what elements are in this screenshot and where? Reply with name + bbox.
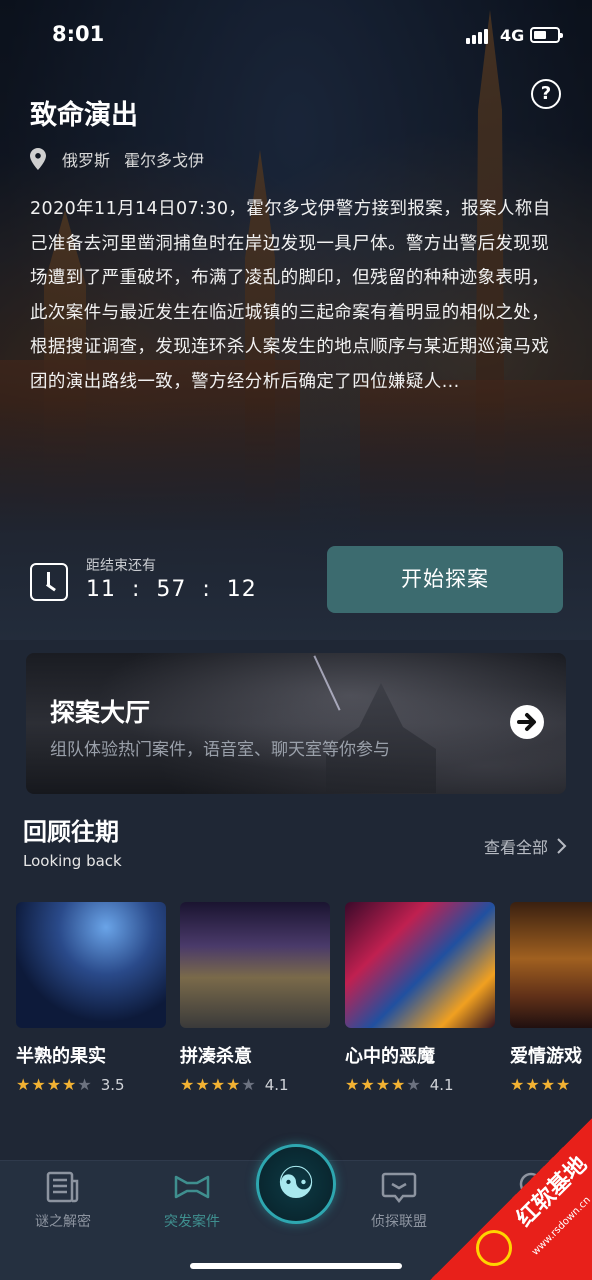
status-time: 8:01 (52, 22, 105, 46)
star-icon: ★ (540, 1075, 556, 1094)
star-icon: ★ (406, 1075, 421, 1094)
tab-label: 谜之解密 (35, 1214, 91, 1230)
arrow-right-circle-icon[interactable] (510, 705, 544, 739)
star-icon: ★ (391, 1075, 406, 1094)
review-subtitle: Looking back (23, 852, 122, 870)
star-icon: ★ (46, 1075, 62, 1094)
rating-value: 4.1 (264, 1075, 289, 1094)
case-description: 2020年11月14日07:30，霍尔多戈伊警方接到报案，报案人称自己准备去河里… (30, 199, 551, 392)
watermark-logo-icon (476, 1230, 512, 1266)
rating-value: 3.5 (100, 1075, 125, 1094)
card-rating: ★ ★ ★ ★ ★ 4.1 (345, 1075, 454, 1094)
clock-icon (30, 563, 68, 601)
star-icon: ★ (180, 1075, 195, 1094)
star-icon: ★ (77, 1075, 92, 1094)
help-icon[interactable]: ? (531, 79, 561, 109)
star-icon: ★ (210, 1075, 226, 1094)
star-icon: ★ (556, 1075, 571, 1094)
countdown-timer: 距结束还有 11 : 57 : 12 (30, 555, 290, 615)
card-title: 拼凑杀意 (180, 1046, 252, 1067)
view-all-label: 查看全部 (484, 838, 549, 857)
network-type: 4G (500, 26, 525, 45)
star-icon: ★ (241, 1075, 256, 1094)
review-title: 回顾往期 (23, 818, 119, 846)
start-investigation-button[interactable]: 开始探案 (327, 546, 563, 613)
star-icon: ★ (195, 1075, 210, 1094)
case-location: 俄罗斯 霍尔多戈伊 (30, 147, 204, 171)
bowtie-icon (174, 1175, 210, 1199)
star-icon: ★ (226, 1075, 241, 1094)
case-thumbnail (345, 902, 495, 1028)
star-icon: ★ (375, 1075, 391, 1094)
star-icon: ★ (345, 1075, 360, 1094)
review-card[interactable]: 半熟的果实 ★ ★ ★ ★ ★ 3.5 (16, 902, 166, 1094)
case-thumbnail (510, 902, 592, 1028)
review-card[interactable]: 心中的恶魔 ★ ★ ★ ★ ★ 4.1 (345, 902, 495, 1094)
newspaper-icon (46, 1171, 79, 1203)
case-thumbnail (180, 902, 330, 1028)
home-indicator (190, 1263, 402, 1269)
case-thumbnail (16, 902, 166, 1028)
watermark-corner (430, 1118, 592, 1280)
status-bar: 8:01 4G (0, 0, 592, 70)
chat-icon (381, 1172, 417, 1203)
star-icon: ★ (16, 1075, 31, 1094)
rating-value: 4.1 (429, 1075, 454, 1094)
location-city: 霍尔多戈伊 (124, 151, 205, 170)
yin-yang-emblem-button[interactable] (256, 1144, 336, 1224)
tab-label: 突发案件 (164, 1214, 220, 1230)
card-rating: ★ ★ ★ ★ ★ 3.5 (16, 1075, 125, 1094)
star-icon: ★ (510, 1075, 525, 1094)
battery-icon (530, 27, 563, 43)
tab-riddles[interactable]: 谜之解密 (8, 1171, 118, 1231)
timer-label: 距结束还有 (86, 558, 156, 574)
timer-value: 11 : 57 : 12 (86, 577, 257, 602)
signal-icon (466, 28, 488, 44)
lobby-subtitle: 组队体验热门案件，语音室、聊天室等你参与 (50, 740, 390, 760)
card-rating: ★ ★ ★ ★ ★ 4.1 (180, 1075, 289, 1094)
review-carousel[interactable]: 半熟的果实 ★ ★ ★ ★ ★ 3.5 拼凑杀意 ★ ★ ★ ★ ★ 4.1 心中的恶魔 ★ ★ ★… (16, 902, 592, 1102)
card-title: 爱情游戏 (510, 1046, 582, 1067)
lobby-title: 探案大厅 (50, 698, 151, 727)
tab-emergency-cases[interactable]: 突发案件 (137, 1171, 247, 1231)
tab-label: 侦探联盟 (371, 1214, 427, 1230)
lobby-card[interactable]: 探案大厅 组队体验热门案件，语音室、聊天室等你参与 (26, 653, 566, 794)
chevron-right-icon (557, 838, 567, 854)
case-title: 致命演出 (30, 100, 138, 131)
location-country: 俄罗斯 (62, 151, 111, 170)
star-icon: ★ (31, 1075, 46, 1094)
star-icon: ★ (62, 1075, 77, 1094)
card-title: 半熟的果实 (16, 1046, 106, 1067)
view-all-link[interactable]: 查看全部 (484, 834, 568, 858)
review-card[interactable]: 拼凑杀意 ★ ★ ★ ★ ★ 4.1 (180, 902, 330, 1094)
star-icon: ★ (360, 1075, 375, 1094)
location-pin-icon (30, 148, 46, 170)
card-title: 心中的恶魔 (345, 1046, 435, 1067)
card-rating: ★ ★ ★ ★ (510, 1075, 571, 1094)
star-icon: ★ (525, 1075, 540, 1094)
review-card[interactable]: 爱情游戏 ★ ★ ★ ★ (510, 902, 592, 1094)
